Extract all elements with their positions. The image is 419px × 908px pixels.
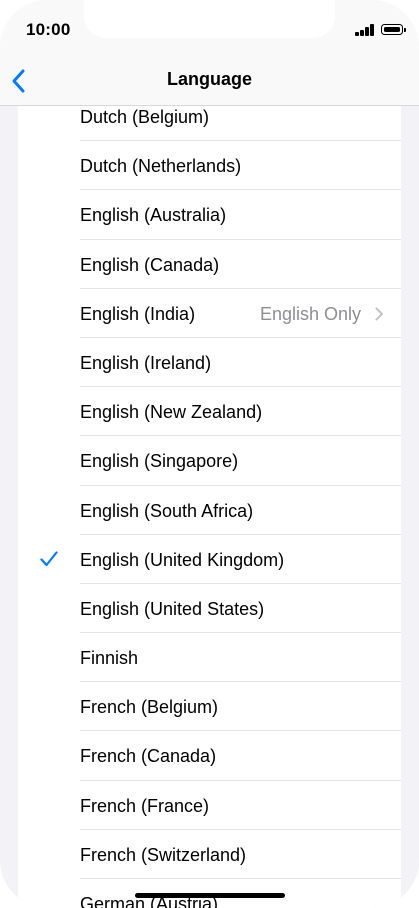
language-label: English (Ireland) <box>80 352 212 373</box>
language-row[interactable]: Dutch (Belgium) <box>18 106 401 142</box>
language-row[interactable]: Finnish <box>18 633 401 683</box>
phone-screen: 10:00 Language Dutch (Belgium) Dutch (Net… <box>0 0 419 908</box>
language-label: French (France) <box>80 795 210 816</box>
language-row[interactable]: French (France) <box>18 781 401 831</box>
language-label: Dutch (Netherlands) <box>80 156 242 177</box>
language-label: Dutch (Belgium) <box>80 107 210 127</box>
language-label: English (Canada) <box>80 254 220 275</box>
language-label: English (South Africa) <box>80 500 254 521</box>
language-row[interactable]: English (New Zealand) <box>18 387 401 437</box>
language-row[interactable]: English (Singapore) <box>18 436 401 486</box>
status-time: 10:00 <box>26 20 71 39</box>
language-row[interactable]: English (United Kingdom) <box>18 535 401 585</box>
chevron-right-icon <box>375 307 383 321</box>
language-list-container[interactable]: Dutch (Belgium) Dutch (Netherlands) Englis… <box>18 106 401 908</box>
language-row[interactable]: English (Ireland) <box>18 338 401 388</box>
language-label: Finnish <box>80 648 139 669</box>
language-row[interactable]: English (South Africa) <box>18 486 401 535</box>
language-row[interactable]: French (Switzerland) <box>18 830 401 880</box>
language-label: French (Switzerland) <box>80 844 247 865</box>
checkmark-icon <box>40 551 58 566</box>
cellular-signal-icon <box>355 24 374 36</box>
language-row[interactable]: French (Canada) <box>18 731 401 781</box>
status-bar: 10:00 <box>0 0 419 58</box>
language-row[interactable]: English (Australia) <box>18 190 401 240</box>
navigation-bar: Language <box>0 58 419 106</box>
notch <box>84 0 335 38</box>
language-row[interactable]: English (United States) <box>18 584 401 634</box>
page-title: Language <box>166 69 252 89</box>
home-indicator[interactable] <box>135 893 285 898</box>
language-list: Dutch (Belgium) Dutch (Netherlands) Englis… <box>18 106 401 908</box>
language-label: English (Australia) <box>80 205 227 226</box>
language-detail: English Only <box>259 303 361 324</box>
language-row[interactable]: French (Belgium) <box>18 682 401 732</box>
language-row[interactable]: English (India) English Only <box>18 289 401 339</box>
language-label: English (New Zealand) <box>80 402 263 423</box>
language-row[interactable]: Dutch (Netherlands) <box>18 141 401 191</box>
language-label: English (United Kingdom) <box>80 549 285 570</box>
language-label: French (Belgium) <box>80 697 219 718</box>
battery-icon <box>381 24 406 35</box>
language-label: French (Canada) <box>80 746 217 767</box>
language-label: English (Singapore) <box>80 451 239 472</box>
language-label: English (India) <box>80 303 196 324</box>
language-row[interactable]: English (Canada) <box>18 240 401 289</box>
language-label: English (United States) <box>80 598 265 619</box>
